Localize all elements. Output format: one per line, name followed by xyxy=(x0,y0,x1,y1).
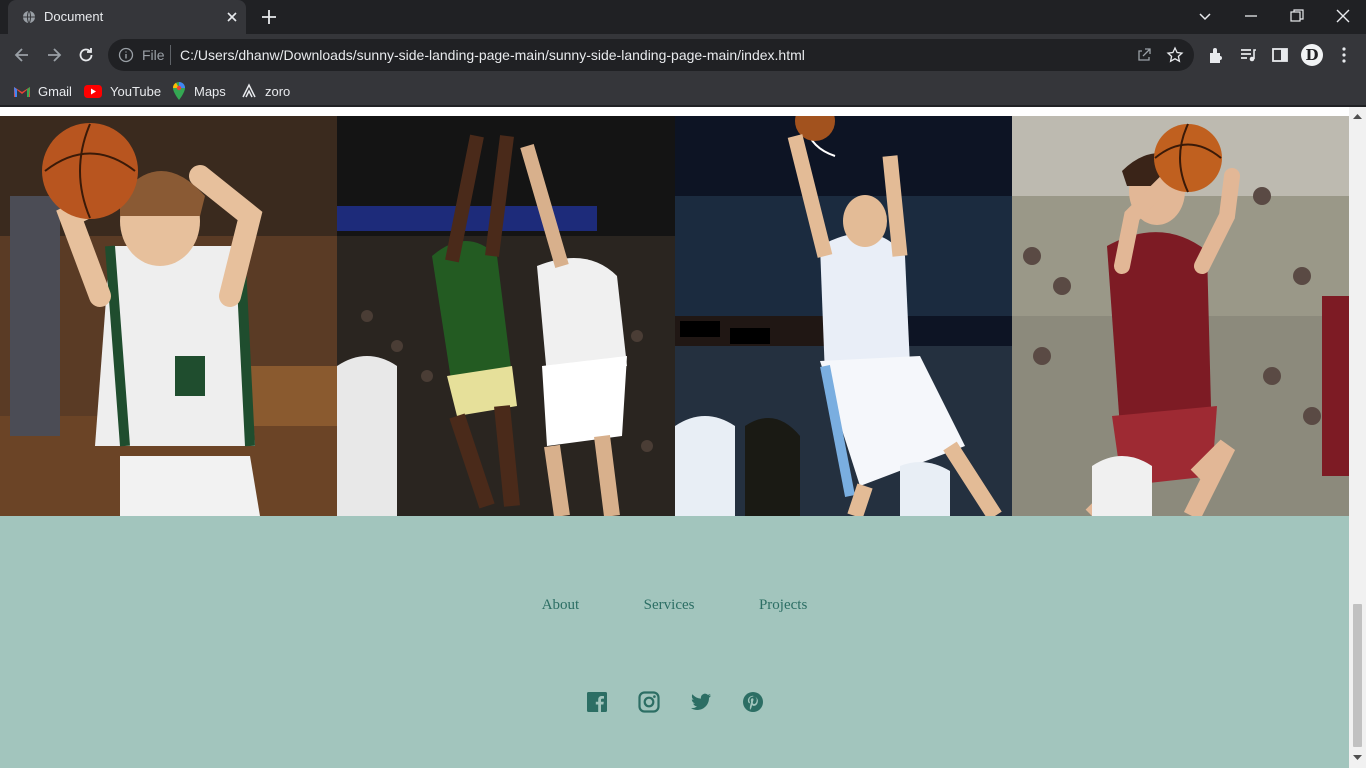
instagram-icon[interactable] xyxy=(637,691,660,713)
basketball-player-photo-4 xyxy=(1011,116,1349,516)
address-divider xyxy=(170,45,171,65)
browser-toolbar: File C:/Users/dhanw/Downloads/sunny-side… xyxy=(0,34,1366,76)
info-icon[interactable] xyxy=(118,47,134,63)
zoro-icon xyxy=(242,83,256,98)
site-footer: About Services Projects xyxy=(0,516,1349,768)
maps-pin-icon xyxy=(173,82,185,100)
gmail-icon xyxy=(14,87,30,97)
bookmark-label: YouTube xyxy=(110,83,162,99)
address-url[interactable]: C:/Users/dhanw/Downloads/sunny-side-land… xyxy=(180,47,805,63)
address-bar[interactable]: File C:/Users/dhanw/Downloads/sunny-side… xyxy=(108,39,1194,71)
gallery-image-3 xyxy=(674,116,1012,516)
forward-icon[interactable] xyxy=(44,45,64,65)
basketball-player-photo-2 xyxy=(337,116,675,516)
menu-kebab-icon[interactable] xyxy=(1334,45,1354,65)
scrollbar-thumb[interactable] xyxy=(1353,604,1362,747)
pinterest-icon[interactable] xyxy=(742,691,764,713)
gallery-image-4 xyxy=(1011,116,1349,516)
footer-nav: About Services Projects xyxy=(0,596,1349,614)
bookmark-zoro[interactable]: zoro xyxy=(241,82,290,100)
footer-link-services[interactable]: Services xyxy=(644,597,695,613)
share-icon[interactable] xyxy=(1136,47,1152,63)
gallery-image-1 xyxy=(0,116,338,516)
basketball-player-photo-3 xyxy=(674,116,1012,516)
bookmark-gmail[interactable]: Gmail xyxy=(14,82,72,100)
twitter-icon[interactable] xyxy=(690,691,712,713)
page-scrollbar[interactable] xyxy=(1349,107,1366,768)
bookmark-label: Maps xyxy=(194,83,226,99)
gallery-image-2 xyxy=(337,116,675,516)
tab-search-icon[interactable] xyxy=(1196,7,1214,25)
youtube-icon xyxy=(84,84,102,98)
back-icon[interactable] xyxy=(12,45,32,65)
bookmark-label: Gmail xyxy=(38,83,72,99)
side-panel-icon[interactable] xyxy=(1270,45,1290,65)
address-scheme: File xyxy=(142,47,165,63)
footer-link-projects[interactable]: Projects xyxy=(759,597,807,613)
bookmark-star-icon[interactable] xyxy=(1166,46,1184,64)
close-window-icon[interactable] xyxy=(1334,7,1352,25)
tab-title: Document xyxy=(44,9,104,24)
bookmark-label: zoro xyxy=(265,83,291,99)
bookmark-youtube[interactable]: YouTube xyxy=(84,82,161,100)
basketball-player-photo-1 xyxy=(0,116,338,516)
photo-gallery xyxy=(0,116,1349,516)
browser-tab[interactable]: Document xyxy=(8,0,246,34)
new-tab-icon[interactable] xyxy=(260,8,278,26)
scroll-up-arrow-icon[interactable] xyxy=(1353,113,1362,119)
globe-icon xyxy=(23,10,35,24)
bookmarks-bar: Gmail YouTube Maps zoro xyxy=(0,76,1366,106)
tab-strip: Document xyxy=(0,0,1366,34)
profile-avatar[interactable]: D xyxy=(1301,44,1323,66)
reload-icon[interactable] xyxy=(76,45,96,65)
media-control-icon[interactable] xyxy=(1238,45,1258,65)
minimize-icon[interactable] xyxy=(1242,7,1260,25)
facebook-icon[interactable] xyxy=(586,691,608,713)
social-links xyxy=(0,691,1349,713)
close-tab-icon[interactable] xyxy=(224,9,240,25)
extensions-icon[interactable] xyxy=(1206,45,1226,65)
bookmark-maps[interactable]: Maps xyxy=(172,82,226,100)
restore-icon[interactable] xyxy=(1288,7,1306,25)
page-viewport: About Services Projects xyxy=(0,107,1366,768)
scroll-down-arrow-icon[interactable] xyxy=(1353,755,1362,761)
footer-link-about[interactable]: About xyxy=(542,597,580,613)
